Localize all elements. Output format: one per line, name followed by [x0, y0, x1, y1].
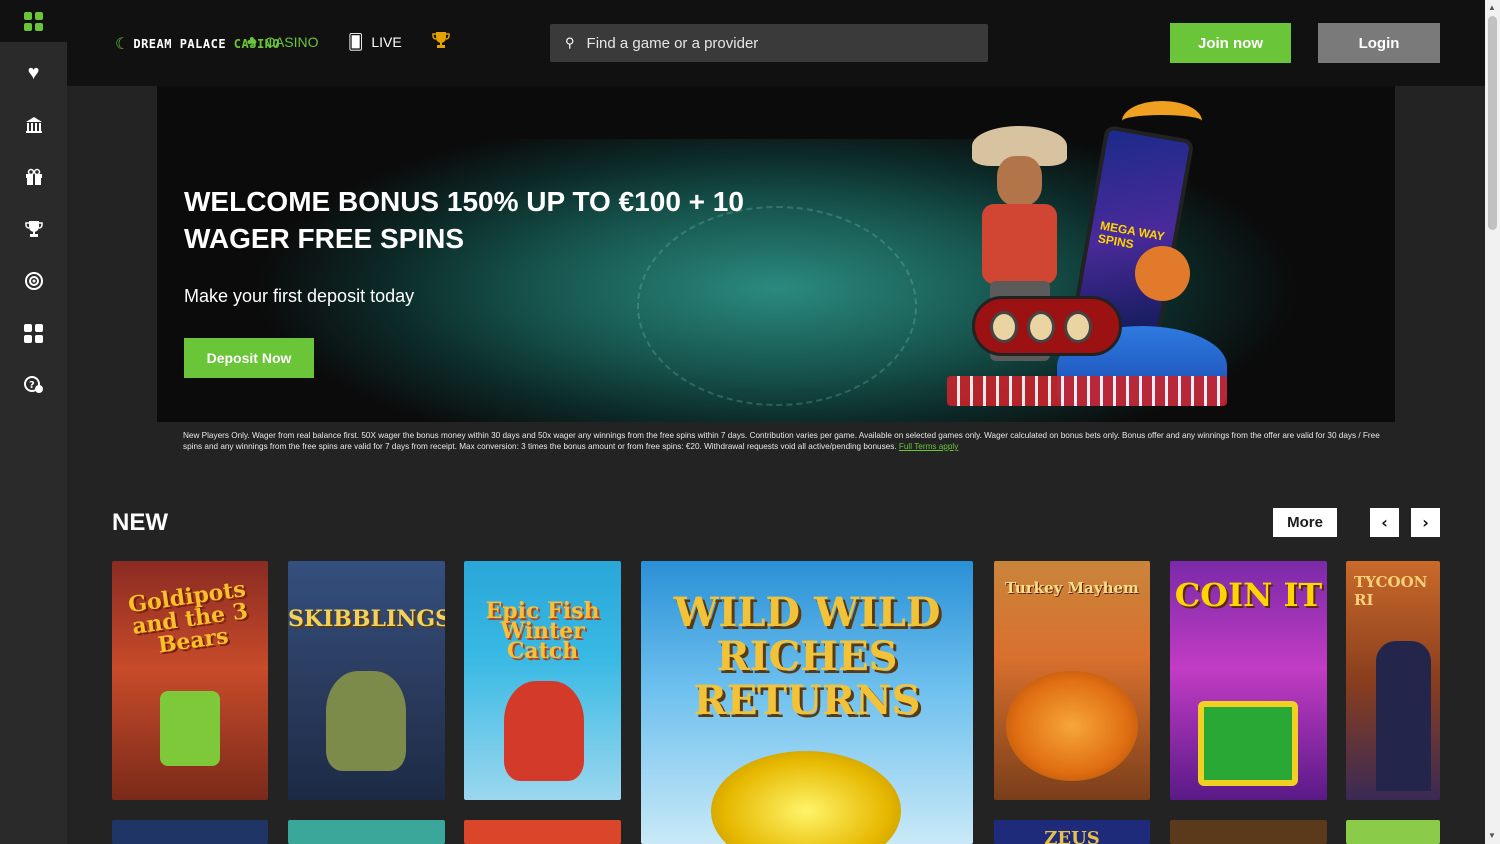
hero-banner[interactable]: WELCOME BONUS 150% UP TO €100 + 10 WAGER… [157, 86, 1395, 422]
dashboard-icon [24, 323, 43, 343]
missions-nav-item[interactable] [0, 255, 67, 307]
tournaments-nav-item[interactable] [0, 203, 67, 255]
game-title: WILD WILD RICHES RETURNS [673, 589, 941, 724]
game-tile[interactable]: SKIBBLINGS [288, 561, 445, 800]
game-art [1198, 701, 1298, 786]
more-button[interactable]: More [1273, 508, 1337, 537]
favorites-nav-item[interactable]: ♥ [0, 47, 67, 99]
clover-icon: ♣ [247, 33, 257, 50]
hero-illustration: MEGA WAY SPINS [917, 86, 1257, 422]
game-tile-featured[interactable]: WILD WILD RICHES RETURNS [641, 561, 973, 844]
slot-machine-illustration [972, 296, 1122, 356]
menu-grid-icon [24, 11, 43, 31]
svg-text:?: ? [29, 380, 35, 391]
login-button[interactable]: Login [1318, 23, 1440, 63]
game-art [711, 751, 901, 844]
game-tile[interactable] [464, 820, 621, 844]
game-tile[interactable]: COIN IT [1170, 561, 1327, 800]
menu-grid-button[interactable] [0, 0, 67, 42]
heart-icon: ♥ [27, 61, 40, 84]
alien-character [1135, 246, 1190, 301]
search-icon: ⚲ [565, 35, 575, 50]
game-tile[interactable] [288, 820, 445, 844]
terms-text: New Players Only. Wager from real balanc… [183, 431, 1380, 451]
scrollbar-thumb[interactable] [1488, 16, 1497, 230]
logo-moon-icon: ☾ [115, 36, 130, 53]
carousel-next-button[interactable]: › [1411, 508, 1440, 537]
scroll-up-arrow-icon[interactable]: ▲ [1488, 3, 1496, 12]
game-art [1006, 671, 1138, 781]
casino-nav-item[interactable] [0, 99, 67, 151]
game-tile[interactable] [112, 820, 268, 844]
game-title: TYCOON RI [1354, 573, 1428, 609]
hero-title: WELCOME BONUS 150% UP TO €100 + 10 WAGER… [184, 186, 744, 254]
search-bar[interactable]: ⚲ [550, 24, 988, 62]
search-input[interactable] [586, 34, 967, 52]
join-now-button[interactable]: Join now [1170, 23, 1291, 63]
dashboard-nav-item[interactable] [0, 307, 67, 359]
scroll-down-arrow-icon[interactable]: ▼ [1488, 831, 1496, 840]
game-title: Turkey Mayhem [1005, 579, 1139, 597]
game-art [160, 691, 220, 766]
nav-casino-label: CASINO [264, 33, 319, 50]
game-tile[interactable]: Turkey Mayhem [994, 561, 1150, 800]
game-art [326, 671, 406, 771]
sidebar: ♥ ? [0, 0, 67, 844]
trophy-icon [432, 32, 450, 48]
nav-tournaments[interactable] [431, 30, 451, 50]
section-title-new: NEW [112, 509, 168, 536]
game-tile[interactable]: TYCOON RI [1346, 561, 1440, 800]
logo-text: DREAM PALACE [133, 37, 227, 51]
game-title: ZEUS [1044, 828, 1100, 844]
support-chat-icon: ? [23, 376, 43, 393]
deposit-now-button[interactable]: Deposit Now [184, 338, 314, 378]
game-title: SKIBBLINGS [288, 606, 445, 632]
nav-live[interactable]: 🂠 LIVE [348, 33, 402, 51]
game-title: Epic Fish Winter Catch [485, 598, 600, 664]
live-cards-icon: 🂠 [348, 34, 364, 51]
game-tile[interactable]: ZEUS [994, 820, 1150, 844]
page-scrollbar[interactable]: ▲ ▼ [1485, 0, 1500, 844]
casino-building-icon [25, 117, 42, 133]
game-title: Goldipots and the 3 Bears [126, 576, 250, 659]
game-tile[interactable]: Goldipots and the 3 Bears [112, 561, 268, 800]
game-tile[interactable] [1170, 820, 1327, 844]
hero-subtitle: Make your first deposit today [184, 286, 415, 306]
support-nav-item[interactable]: ? [0, 359, 67, 411]
game-title: COIN IT [1174, 576, 1323, 614]
carousel-prev-button[interactable]: ‹ [1370, 508, 1399, 537]
game-tile[interactable] [1346, 820, 1440, 844]
trophy-icon [24, 221, 43, 237]
promotions-nav-item[interactable] [0, 151, 67, 203]
nav-casino[interactable]: ♣ CASINO [247, 33, 319, 50]
target-icon [24, 272, 43, 290]
full-terms-link[interactable]: Full Terms apply [899, 442, 958, 451]
nav-live-label: LIVE [371, 34, 402, 50]
bonus-terms: New Players Only. Wager from real balanc… [183, 430, 1393, 452]
game-tile[interactable]: Epic Fish Winter Catch [464, 561, 621, 800]
game-art [504, 681, 584, 781]
gift-icon [25, 168, 42, 185]
top-header: ☾ DREAM PALACE CASINO ♣ CASINO 🂠 LIVE ⚲ … [67, 0, 1485, 86]
casino-chips-illustration [947, 376, 1227, 406]
game-art [1376, 641, 1431, 791]
